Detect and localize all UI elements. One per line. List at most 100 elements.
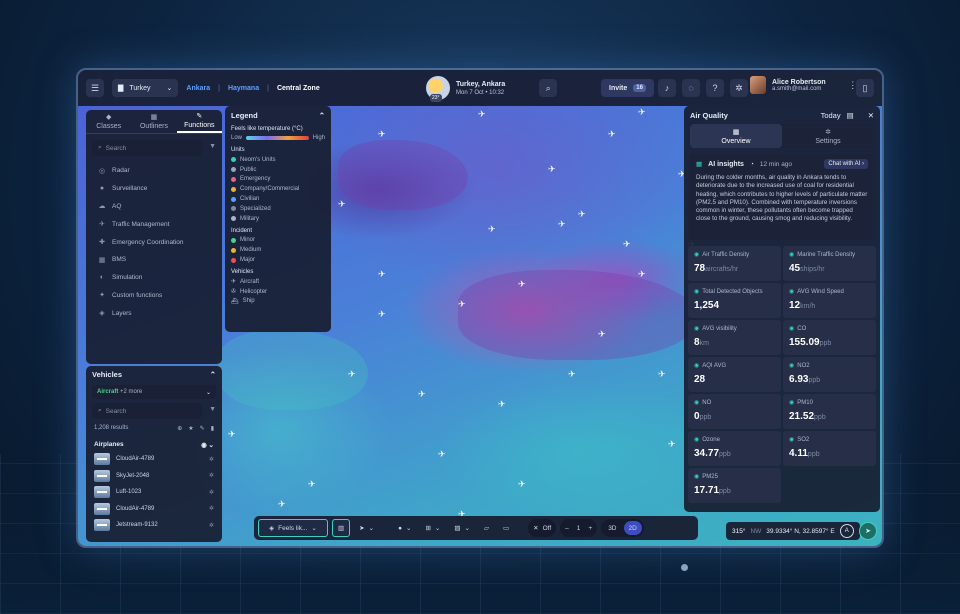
image-tool[interactable]: ▨ ⌄ <box>449 519 475 537</box>
aircraft-marker[interactable]: ✈ <box>378 130 386 139</box>
vehicle-row[interactable]: Jetstream-9132 ✲ <box>86 517 222 534</box>
chevron-up-icon[interactable]: ⌃ <box>319 111 325 120</box>
calendar-icon[interactable]: ▤ <box>847 111 854 120</box>
settings-icon[interactable]: ✲ <box>209 472 214 479</box>
navigation-button[interactable]: ➤ <box>859 522 877 540</box>
aircraft-marker[interactable]: ✈ <box>518 480 526 489</box>
close-icon: ✕ <box>533 525 539 532</box>
help-icon[interactable]: ? <box>706 79 724 97</box>
aircraft-marker[interactable]: ✈ <box>378 270 386 279</box>
tab-settings[interactable]: ✲ Settings <box>782 124 874 148</box>
pin-tool[interactable]: ● ⌄ <box>393 519 416 537</box>
animation-toggle[interactable]: ✕ Off <box>528 519 557 537</box>
function-item[interactable]: ✚ Emergency Coordination <box>86 233 222 251</box>
settings-icon[interactable]: ✲ <box>209 522 214 529</box>
search-icon[interactable]: ⌕ <box>539 79 558 97</box>
function-item[interactable]: ◈ Layers <box>86 304 222 322</box>
map-tool[interactable]: ▱ <box>479 519 494 537</box>
aircraft-marker[interactable]: ✈ <box>308 480 316 489</box>
aircraft-marker[interactable]: ✈ <box>668 440 676 449</box>
tab-classes[interactable]: ◆ Classes <box>86 110 131 133</box>
layer-select[interactable]: ◈ Feels lik... ⌄ <box>258 519 328 537</box>
aircraft-marker[interactable]: ✈ <box>458 300 466 309</box>
frame-tool[interactable]: ⊞ ⌄ <box>420 519 445 537</box>
gear-icon[interactable]: ✲ <box>730 79 748 97</box>
aircraft-marker[interactable]: ✈ <box>338 200 346 209</box>
function-item[interactable]: ● Surveillance <box>86 180 222 198</box>
aircraft-marker[interactable]: ✈ <box>623 240 631 249</box>
eye-icon[interactable]: ◉ <box>201 442 207 449</box>
function-item[interactable]: ✦ Custom functions <box>86 287 222 305</box>
vehicle-row[interactable]: Luft-1023 ✲ <box>86 484 222 501</box>
vehicle-type-filter[interactable]: Aircraft +2 more ⌄ <box>92 385 216 399</box>
aircraft-marker[interactable]: ✈ <box>418 390 426 399</box>
functions-search-input[interactable]: ⌕ Search ▼ <box>92 140 216 156</box>
settings-icon[interactable]: ✲ <box>209 505 214 512</box>
plus-icon[interactable]: + <box>588 525 592 532</box>
aircraft-marker[interactable]: ✈ <box>498 400 506 409</box>
minus-icon[interactable]: – <box>565 525 569 532</box>
function-item[interactable]: ◎ Radar <box>86 162 222 180</box>
sidebar-toggle-icon[interactable]: ▯ <box>856 79 874 97</box>
aircraft-marker[interactable]: ✈ <box>438 450 446 459</box>
group-header-airplanes[interactable]: Airplanes ◉ ⌄ <box>86 438 222 451</box>
aircraft-marker[interactable]: ✈ <box>348 370 356 379</box>
bell-icon[interactable]: ♪ <box>658 79 676 97</box>
settings-icon[interactable]: ✲ <box>209 456 214 463</box>
view-3d-button[interactable]: 3D <box>603 521 621 535</box>
aircraft-marker[interactable]: ✈ <box>568 370 576 379</box>
function-item[interactable]: ☁ AQ <box>86 198 222 216</box>
compass-icon[interactable]: A <box>839 524 854 538</box>
filter-icon[interactable]: ▼ <box>209 406 216 413</box>
breadcrumb-haymana[interactable]: Haymana <box>228 85 259 92</box>
breadcrumb-ankara[interactable]: Ankara <box>186 85 210 92</box>
gradient-high: High <box>312 135 325 141</box>
aircraft-marker[interactable]: ✈ <box>488 225 496 234</box>
aircraft-marker[interactable]: ✈ <box>608 130 616 139</box>
edit-icon[interactable]: ✎ <box>200 425 205 432</box>
settings-icon[interactable]: ✲ <box>209 489 214 496</box>
aircraft-marker[interactable]: ✈ <box>578 210 586 219</box>
zoom-stepper[interactable]: – 1 + <box>560 519 598 537</box>
invite-button[interactable]: Invite 16 <box>601 79 654 97</box>
tab-overview[interactable]: ▦ Overview <box>690 124 782 148</box>
function-item[interactable]: ▦ BMS <box>86 251 222 269</box>
panel-toggle-button[interactable]: ▥ <box>332 519 351 537</box>
country-select[interactable]: ▇ Turkey ⌄ <box>112 79 179 97</box>
tab-functions[interactable]: ✎ Functions <box>176 110 222 133</box>
aircraft-marker[interactable]: ✈ <box>638 108 646 117</box>
comment-tool[interactable]: ▭ <box>498 519 514 537</box>
user-profile[interactable]: Alice Robertson a.smith@mail.com ⋮ <box>750 76 862 94</box>
aircraft-marker[interactable]: ✈ <box>558 220 566 229</box>
menu-icon[interactable]: ☰ <box>86 79 104 97</box>
period-select[interactable]: Today <box>821 111 841 120</box>
function-item[interactable]: ✈ Traffic Management <box>86 215 222 233</box>
aircraft-marker[interactable]: ✈ <box>598 330 606 339</box>
vehicle-row[interactable]: CloudAir-4789 ✲ <box>86 451 222 468</box>
aircraft-marker[interactable]: ✈ <box>658 370 666 379</box>
chat-icon[interactable]: ◌ <box>682 79 700 97</box>
function-item[interactable]: ◐ Simulation <box>86 269 222 287</box>
star-icon[interactable]: ★ <box>188 425 193 432</box>
tab-outliners[interactable]: ▦ Outliners <box>131 110 176 133</box>
chevron-up-icon[interactable]: ⌃ <box>210 370 216 379</box>
aircraft-marker[interactable]: ✈ <box>228 430 236 439</box>
chat-with-ai-button[interactable]: Chat with AI › <box>824 159 868 169</box>
view-2d-button[interactable]: 2D <box>623 521 642 535</box>
filter-icon[interactable]: ▼ <box>209 143 216 150</box>
aircraft-marker[interactable]: ✈ <box>638 270 646 279</box>
vehicles-search-input[interactable]: ⌕ Search ▼ <box>92 403 216 419</box>
vehicles-title: Vehicles <box>92 369 123 379</box>
aircraft-marker[interactable]: ✈ <box>478 110 486 119</box>
close-icon[interactable]: ✕ <box>868 111 874 120</box>
vehicle-row[interactable]: SkyJet-2048 ✲ <box>86 468 222 485</box>
aircraft-marker[interactable]: ✈ <box>278 500 286 509</box>
pointer-tool[interactable]: ➤ ⌄ <box>354 519 379 537</box>
add-icon[interactable]: ⊕ <box>177 425 182 432</box>
aircraft-marker[interactable]: ✈ <box>378 310 386 319</box>
trash-icon[interactable]: ▮ <box>211 425 214 432</box>
aircraft-marker[interactable]: ✈ <box>548 165 556 174</box>
vehicle-row[interactable]: CloudAir-4789 ✲ <box>86 501 222 518</box>
aircraft-marker[interactable]: ✈ <box>518 280 526 289</box>
legend-dot <box>231 247 236 253</box>
